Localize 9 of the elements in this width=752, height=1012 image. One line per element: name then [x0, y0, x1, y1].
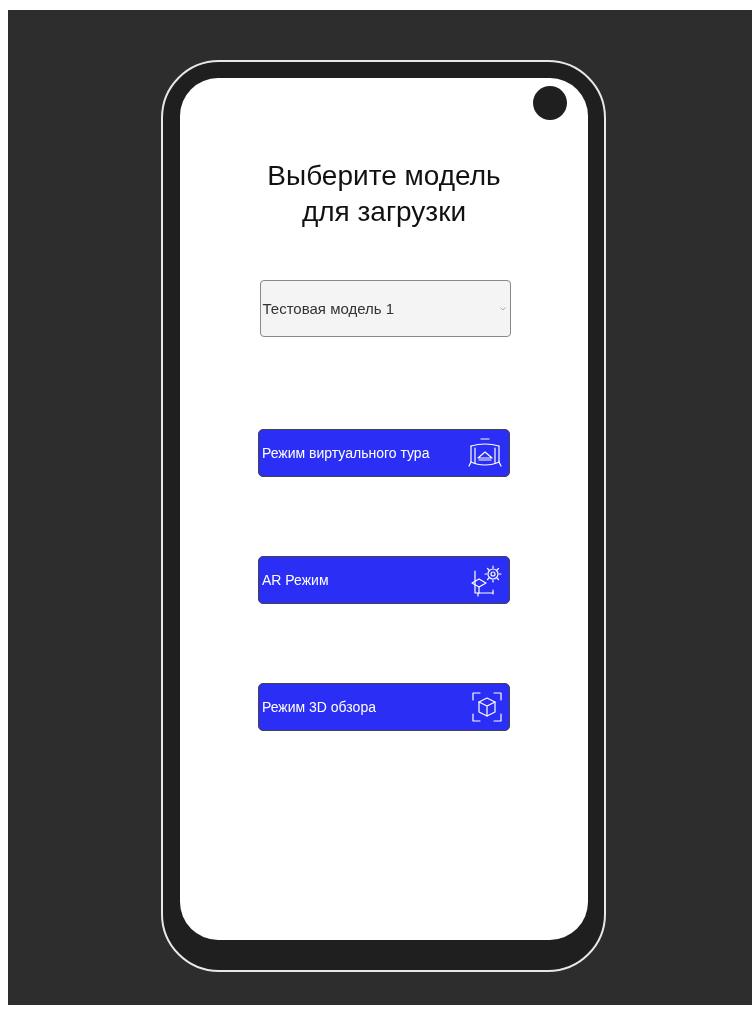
camera-dot — [533, 86, 567, 120]
cube-gear-icon — [469, 563, 503, 597]
page-title: Выберите модель для загрузки — [266, 159, 502, 229]
mode-button[interactable]: Режим виртуального тура — [258, 429, 510, 477]
model-select[interactable]: Тестовая модель 1 — [259, 280, 511, 337]
mode-button[interactable]: Режим 3D обзора — [258, 683, 510, 731]
caret-icon — [499, 306, 506, 311]
cube-scan-icon — [471, 691, 503, 723]
mode-button[interactable]: AR Режим — [258, 556, 510, 604]
